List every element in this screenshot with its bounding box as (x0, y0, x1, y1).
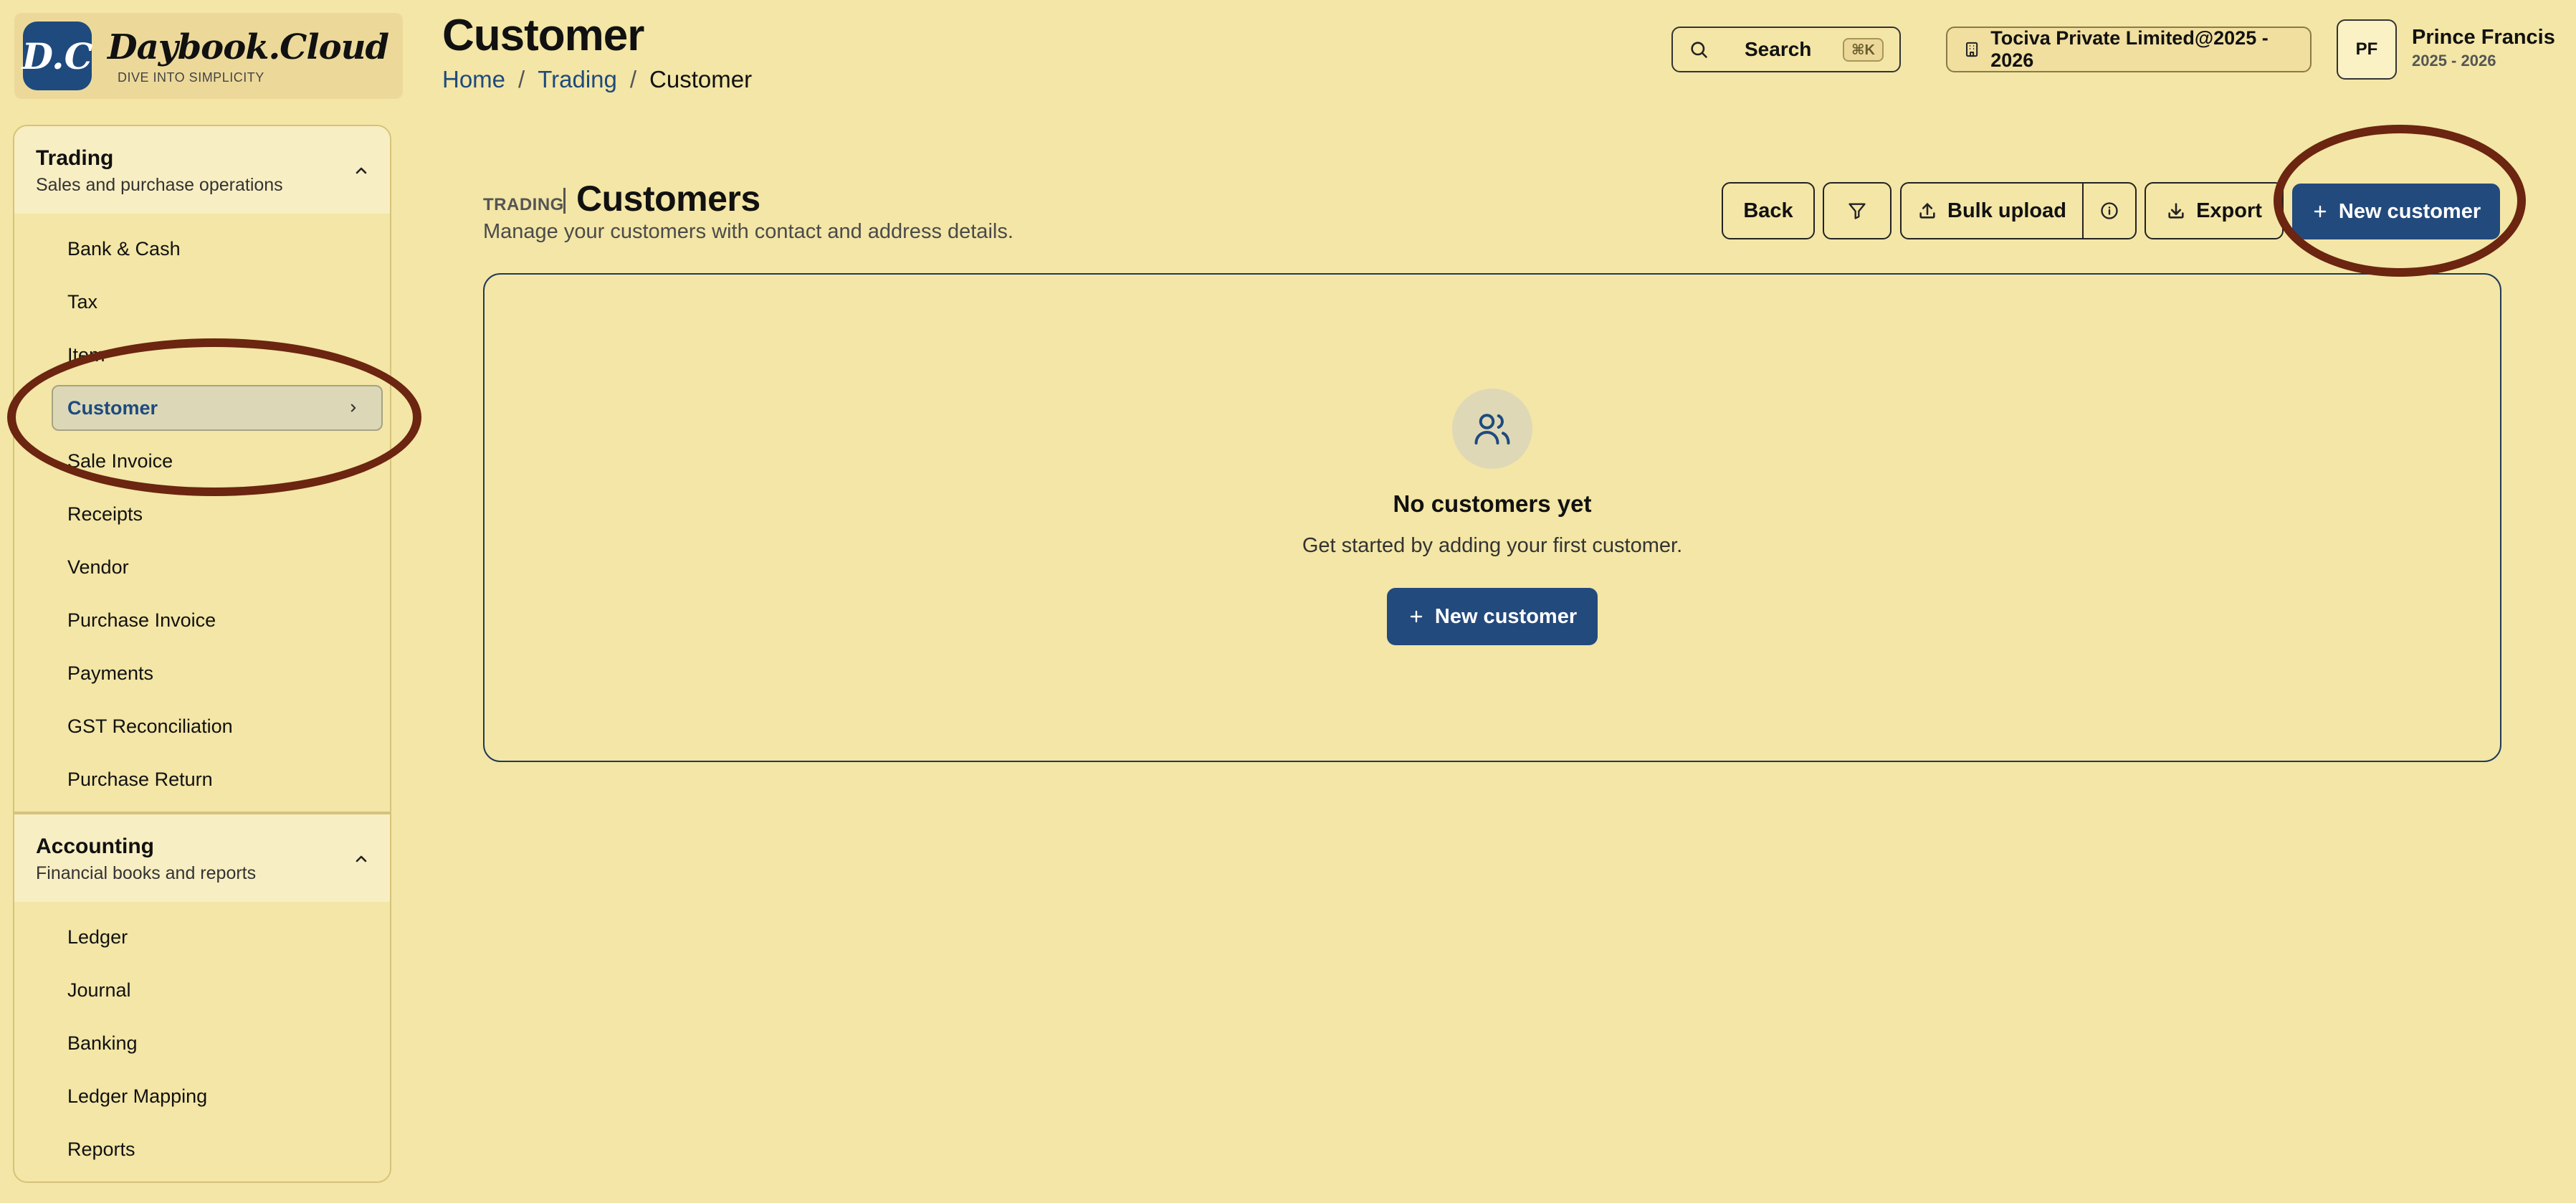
search-label: Search (1745, 38, 1812, 60)
sidebar-item-receipts[interactable]: Receipts (14, 488, 390, 541)
users-icon (1474, 414, 1510, 444)
search-button[interactable]: Search ⌘K (1671, 27, 1901, 72)
company-name: Tociva Private Limited@2025 - 2026 (1990, 27, 2269, 71)
section-title: Accounting (36, 835, 154, 858)
download-icon (2168, 203, 2184, 219)
sidebar-item-banking[interactable]: Banking (14, 1017, 390, 1070)
sidebar: Trading Sales and purchase operations Ba… (13, 125, 391, 1183)
sidebar-item-customer[interactable]: Customer (52, 385, 383, 431)
sidebar-section-trading[interactable]: Trading Sales and purchase operations (14, 126, 390, 214)
section-subtitle: Financial books and reports (36, 863, 257, 883)
sidebar-item-purchase-return[interactable]: Purchase Return (14, 753, 390, 806)
info-icon (2101, 202, 2118, 219)
plus-icon (2314, 205, 2327, 218)
sidebar-item-reports[interactable]: Reports (14, 1123, 390, 1176)
empty-state-title: No customers yet (1393, 490, 1592, 517)
section-subtitle: Sales and purchase operations (36, 175, 283, 195)
sidebar-item-vendor[interactable]: Vendor (14, 541, 390, 594)
page-title: Customer (442, 11, 644, 60)
accounting-nav-list: Ledger Journal Banking Ledger Mapping Re… (14, 902, 390, 1176)
section-title: Trading (36, 146, 114, 170)
eyebrow-divider (563, 188, 566, 214)
empty-new-customer-label: New customer (1434, 604, 1578, 628)
sidebar-item-sale-invoice[interactable]: Sale Invoice (14, 434, 390, 488)
plus-icon (1410, 610, 1423, 623)
empty-state-icon-wrap (1452, 389, 1532, 469)
search-icon (1691, 42, 1707, 58)
upload-icon (1919, 203, 1935, 219)
sidebar-item-ledger[interactable]: Ledger (14, 910, 390, 964)
user-name[interactable]: Prince Francis (2412, 26, 2555, 49)
bulk-upload-button[interactable]: Bulk upload (1900, 182, 2084, 239)
sidebar-item-tax[interactable]: Tax (14, 275, 390, 328)
sidebar-item-journal[interactable]: Journal (14, 964, 390, 1017)
sidebar-item-purchase-invoice[interactable]: Purchase Invoice (14, 594, 390, 647)
filter-icon (1848, 203, 1866, 219)
section-eyebrow: TRADING (483, 195, 564, 214)
new-customer-button[interactable]: New customer (2292, 184, 2500, 239)
search-shortcut: ⌘K (1843, 37, 1884, 62)
logo-text: Daybook.Cloud DIVE INTO SIMPLICITY (108, 27, 389, 85)
chevron-right-icon (350, 404, 356, 412)
main-subtitle: Manage your customers with contact and a… (483, 220, 1013, 243)
user-avatar[interactable]: PF (2337, 19, 2397, 80)
user-financial-year: 2025 - 2026 (2412, 52, 2496, 70)
breadcrumb-separator: / (518, 66, 525, 92)
brand-logo[interactable]: D.C Daybook.Cloud DIVE INTO SIMPLICITY (14, 13, 404, 99)
back-button[interactable]: Back (1722, 182, 1815, 239)
chevron-up-icon[interactable] (353, 162, 370, 179)
company-selector[interactable]: Tociva Private Limited@2025 - 2026 (1946, 27, 2312, 72)
main-title: Customers (576, 179, 760, 219)
app-root: D.C Daybook.Cloud DIVE INTO SIMPLICITY C… (0, 0, 2576, 1203)
filter-button[interactable] (1823, 182, 1892, 239)
breadcrumb-separator: / (629, 66, 637, 92)
export-label: Export (2196, 199, 2262, 222)
empty-new-customer-button[interactable]: New customer (1387, 588, 1598, 645)
bulk-upload-info-button[interactable] (2082, 182, 2137, 239)
sidebar-item-payments[interactable]: Payments (14, 647, 390, 700)
bulk-upload-label: Bulk upload (1947, 199, 2066, 222)
sidebar-item-bank-cash[interactable]: Bank & Cash (14, 222, 390, 275)
logo-badge: D.C (22, 22, 92, 90)
sidebar-item-label: Customer (67, 396, 158, 419)
brand-name: Daybook.Cloud (108, 27, 389, 67)
export-button[interactable]: Export (2145, 182, 2284, 239)
sidebar-item-gst-reconciliation[interactable]: GST Reconciliation (14, 700, 390, 753)
breadcrumb: Home / Trading / Customer (442, 66, 752, 93)
breadcrumb-trading[interactable]: Trading (538, 66, 617, 93)
chevron-up-icon[interactable] (353, 850, 370, 867)
sidebar-section-accounting[interactable]: Accounting Financial books and reports (14, 814, 390, 902)
sidebar-item-ledger-mapping[interactable]: Ledger Mapping (14, 1070, 390, 1123)
breadcrumb-current: Customer (649, 66, 753, 92)
brand-tagline: DIVE INTO SIMPLICITY (118, 70, 264, 85)
empty-state-subtitle: Get started by adding your first custome… (1302, 534, 1683, 557)
new-customer-label: New customer (2338, 199, 2481, 223)
trading-nav-list: Bank & Cash Tax Item Customer Sale Invoi… (14, 214, 390, 806)
building-icon (1966, 42, 1978, 57)
sidebar-item-item[interactable]: Item (14, 328, 390, 381)
breadcrumb-home[interactable]: Home (442, 66, 505, 93)
empty-state-card (483, 273, 2501, 762)
